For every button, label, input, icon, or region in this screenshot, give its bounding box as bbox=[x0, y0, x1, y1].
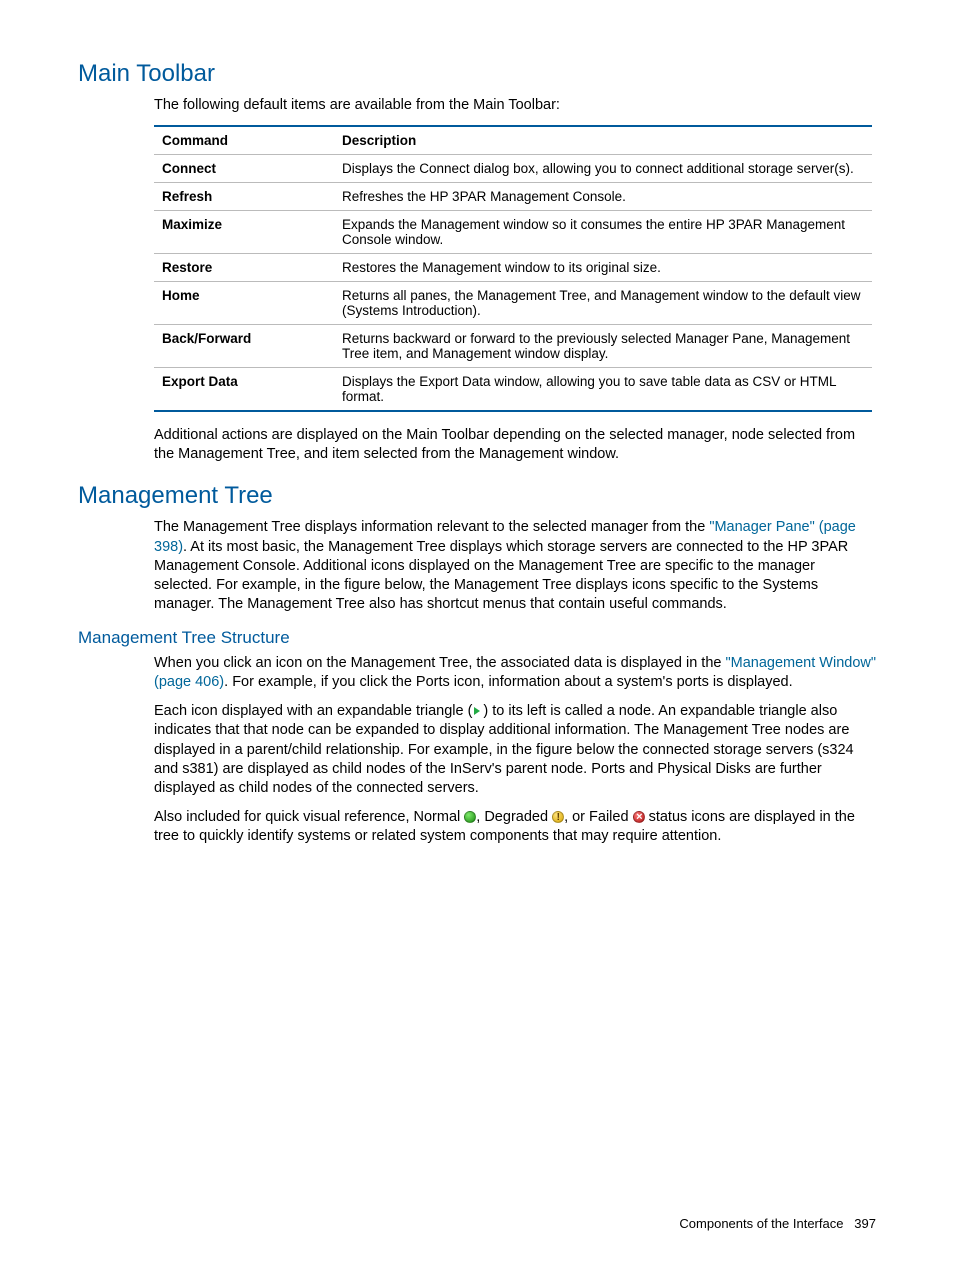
footer-page-number: 397 bbox=[854, 1216, 876, 1231]
page-footer: Components of the Interface 397 bbox=[679, 1216, 876, 1231]
cell-command: Refresh bbox=[154, 183, 334, 211]
th-command: Command bbox=[154, 126, 334, 155]
cell-description: Refreshes the HP 3PAR Management Console… bbox=[334, 183, 872, 211]
text: Also included for quick visual reference… bbox=[154, 809, 464, 825]
text: When you click an icon on the Management… bbox=[154, 655, 725, 671]
footer-label: Components of the Interface bbox=[679, 1216, 843, 1231]
text: , or Failed bbox=[564, 809, 633, 825]
cell-description: Returns all panes, the Management Tree, … bbox=[334, 282, 872, 325]
cell-description: Displays the Connect dialog box, allowin… bbox=[334, 155, 872, 183]
text: . For example, if you click the Ports ic… bbox=[224, 674, 793, 690]
table-row: Home Returns all panes, the Management T… bbox=[154, 282, 872, 325]
text: Each icon displayed with an expandable t… bbox=[154, 703, 472, 719]
cell-command: Home bbox=[154, 282, 334, 325]
table-row: Restore Restores the Management window t… bbox=[154, 254, 872, 282]
status-normal-icon bbox=[464, 811, 476, 823]
page-content: Main Toolbar The following default items… bbox=[0, 0, 954, 846]
table-row: Back/Forward Returns backward or forward… bbox=[154, 325, 872, 368]
paragraph-toolbar-intro: The following default items are availabl… bbox=[154, 96, 876, 115]
heading-tree-structure: Management Tree Structure bbox=[78, 628, 876, 648]
cell-description: Restores the Management window to its or… bbox=[334, 254, 872, 282]
paragraph-structure-3: Also included for quick visual reference… bbox=[154, 808, 876, 846]
cell-description: Expands the Management window so it cons… bbox=[334, 211, 872, 254]
table-row: Export Data Displays the Export Data win… bbox=[154, 368, 872, 412]
paragraph-toolbar-after: Additional actions are displayed on the … bbox=[154, 426, 876, 464]
cell-command: Connect bbox=[154, 155, 334, 183]
heading-management-tree: Management Tree bbox=[78, 482, 876, 510]
table-row: Refresh Refreshes the HP 3PAR Management… bbox=[154, 183, 872, 211]
paragraph-structure-2: Each icon displayed with an expandable t… bbox=[154, 702, 876, 798]
th-description: Description bbox=[334, 126, 872, 155]
text: The Management Tree displays information… bbox=[154, 519, 709, 535]
cell-command: Back/Forward bbox=[154, 325, 334, 368]
table-main-toolbar: Command Description Connect Displays the… bbox=[154, 125, 872, 412]
cell-command: Restore bbox=[154, 254, 334, 282]
status-degraded-icon bbox=[552, 811, 564, 823]
text: . At its most basic, the Management Tree… bbox=[154, 539, 848, 612]
table-header-row: Command Description bbox=[154, 126, 872, 155]
table-row: Connect Displays the Connect dialog box,… bbox=[154, 155, 872, 183]
cell-description: Displays the Export Data window, allowin… bbox=[334, 368, 872, 412]
status-failed-icon bbox=[633, 811, 645, 823]
text: , Degraded bbox=[476, 809, 552, 825]
cell-description: Returns backward or forward to the previ… bbox=[334, 325, 872, 368]
expandable-triangle-icon bbox=[472, 706, 483, 717]
paragraph-structure-1: When you click an icon on the Management… bbox=[154, 654, 876, 692]
heading-main-toolbar: Main Toolbar bbox=[78, 60, 876, 88]
cell-command: Export Data bbox=[154, 368, 334, 412]
table-row: Maximize Expands the Management window s… bbox=[154, 211, 872, 254]
paragraph-tree-intro: The Management Tree displays information… bbox=[154, 518, 876, 614]
cell-command: Maximize bbox=[154, 211, 334, 254]
